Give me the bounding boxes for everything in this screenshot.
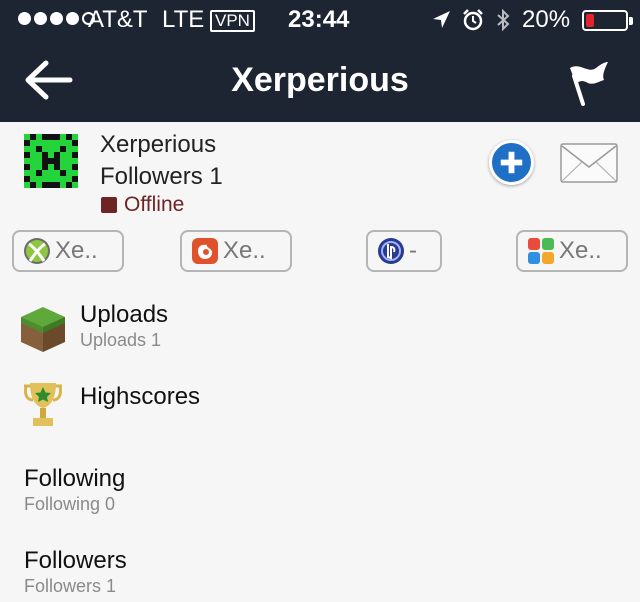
location-arrow-icon (433, 11, 450, 28)
followers-title: Followers (24, 547, 127, 574)
battery-level-fill (586, 14, 594, 27)
profile-name: Xerperious (100, 131, 217, 158)
plus-icon (500, 151, 523, 174)
status-bar: AT&T LTE VPN 23:44 20% (0, 0, 640, 40)
battery-icon (582, 10, 628, 31)
playstation-network-icon (378, 238, 404, 264)
clock: 23:44 (288, 6, 350, 33)
game-center-chip[interactable]: Xe.. (516, 230, 628, 272)
status-indicator (101, 197, 117, 213)
followers-count: Followers 1 (24, 576, 117, 596)
alarm-icon (463, 9, 483, 31)
flag-icon[interactable] (560, 54, 616, 110)
vpn-badge: VPN (210, 10, 255, 32)
page-title: Xerperious (231, 61, 409, 99)
follow-button[interactable] (489, 140, 534, 185)
signal-strength-icon (18, 12, 95, 25)
xbox-gamertag-chip[interactable]: Xe.. (12, 230, 124, 272)
navigation-bar: Xerperious (0, 40, 640, 122)
trophy-icon (24, 383, 62, 426)
xbox-icon (24, 238, 50, 264)
avatar (24, 134, 78, 188)
game-center-label: Xe.. (559, 237, 602, 264)
status-label: Offline (124, 193, 185, 216)
psn-id-label: - (409, 237, 417, 264)
message-button[interactable] (560, 143, 618, 183)
following-count: Following 0 (24, 494, 116, 514)
carrier-label: AT&T (88, 6, 148, 33)
highscores-title: Highscores (80, 383, 201, 410)
uploads-title: Uploads (80, 301, 169, 328)
profile-follower-count: Followers 1 (100, 163, 223, 190)
uploads-count: Uploads 1 (80, 330, 162, 350)
origin-icon (192, 238, 218, 264)
xbox-gamertag-label: Xe.. (55, 237, 98, 264)
origin-id-label: Xe.. (223, 237, 266, 264)
origin-id-chip[interactable]: Xe.. (180, 230, 292, 272)
network-type-label: LTE (162, 6, 205, 33)
game-center-icon (528, 238, 554, 264)
battery-tip (629, 17, 633, 25)
following-title: Following (24, 465, 126, 492)
bluetooth-icon (497, 8, 510, 32)
grass-block-icon (21, 307, 65, 352)
psn-id-chip[interactable]: - (366, 230, 442, 272)
battery-percentage: 20% (522, 6, 571, 33)
